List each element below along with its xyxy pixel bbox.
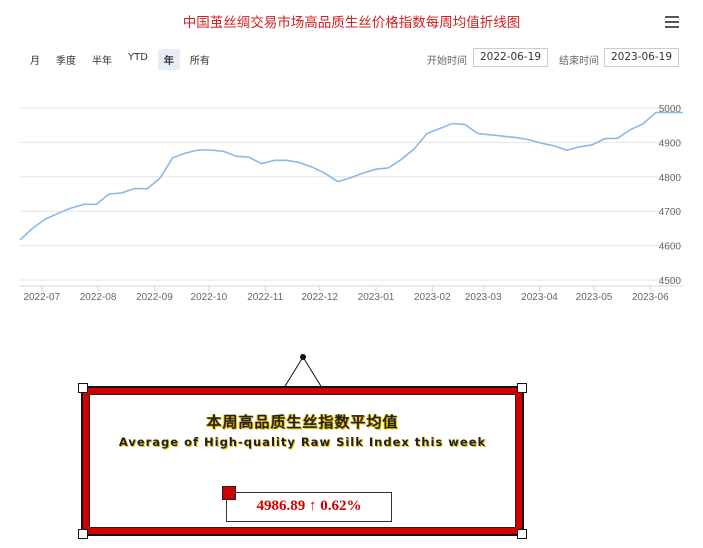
panel-title-cn: 本周高品质生丝指数平均值: [206, 413, 399, 431]
panel-title-en: Average of High-quality Raw Silk Index t…: [118, 435, 487, 449]
index-value: 4986.89 ↑ 0.62%: [256, 498, 362, 514]
weekly-average-panel: 本周高品质生丝指数平均值 Average of High-quality Raw…: [78, 383, 527, 539]
index-value-box: 4986.89 ↑ 0.62%: [222, 486, 392, 522]
